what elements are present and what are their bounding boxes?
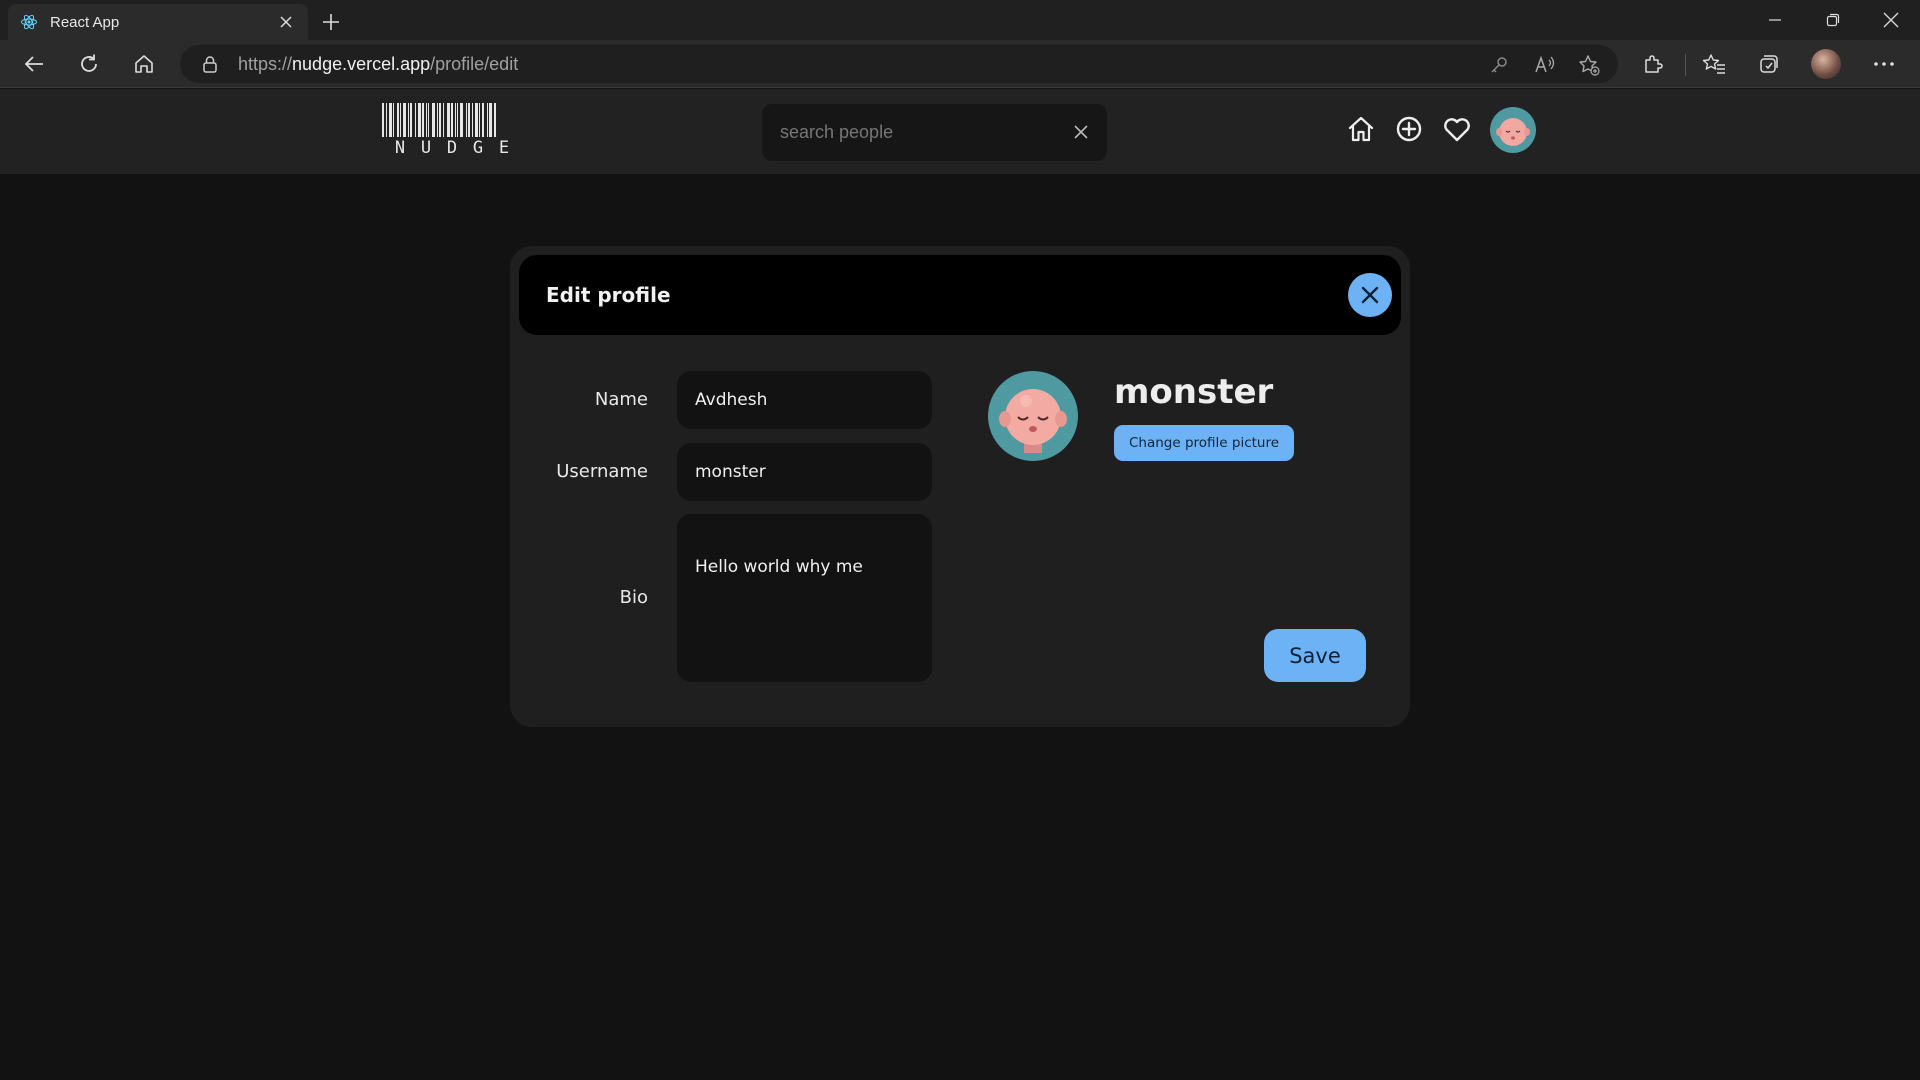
logo-letter: N: [394, 138, 408, 158]
favorites-icon[interactable]: [1696, 46, 1732, 82]
name-field[interactable]: [677, 371, 932, 429]
read-aloud-icon[interactable]: [1534, 54, 1556, 76]
close-icon[interactable]: [276, 12, 296, 32]
collections-icon[interactable]: [1751, 46, 1787, 82]
logo-letter: E: [498, 138, 512, 158]
browser-tab-bar: React App: [0, 0, 1920, 40]
save-button[interactable]: Save: [1264, 629, 1366, 682]
profile-picture: [988, 371, 1078, 461]
profile-avatar[interactable]: [1808, 46, 1844, 82]
search-bar: [762, 104, 1107, 161]
browser-tab[interactable]: React App: [8, 4, 308, 40]
more-icon[interactable]: [1866, 46, 1902, 82]
home-icon[interactable]: [126, 46, 162, 82]
react-icon: [20, 13, 38, 31]
search-input[interactable]: [780, 122, 1050, 143]
clear-search-icon[interactable]: [1069, 120, 1093, 144]
url-text: https://nudge.vercel.app/profile/edit: [238, 53, 519, 74]
bio-field[interactable]: Hello world why me: [677, 514, 932, 682]
edit-profile-modal: Edit profile Name Username Bio Hello wor…: [510, 246, 1410, 727]
bio-label: Bio: [619, 587, 648, 608]
lock-icon[interactable]: [200, 54, 220, 74]
refresh-icon[interactable]: [71, 46, 107, 82]
modal-header: Edit profile: [519, 255, 1401, 335]
logo-letter: G: [472, 138, 486, 158]
close-icon: [1361, 286, 1379, 304]
extensions-icon[interactable]: [1635, 46, 1671, 82]
key-icon[interactable]: [1488, 54, 1510, 76]
add-post-icon[interactable]: [1391, 111, 1427, 147]
minimize-icon[interactable]: [1747, 0, 1803, 40]
back-icon[interactable]: [16, 46, 52, 82]
change-profile-picture-button[interactable]: Change profile picture: [1114, 425, 1294, 461]
close-modal-button[interactable]: [1348, 273, 1392, 317]
modal-title: Edit profile: [546, 283, 671, 307]
logo-letter: U: [420, 138, 434, 158]
home-icon[interactable]: [1343, 111, 1379, 147]
plus-icon[interactable]: [316, 8, 346, 36]
address-bar[interactable]: https://nudge.vercel.app/profile/edit: [180, 45, 1618, 83]
username-field[interactable]: [677, 443, 932, 501]
toolbar-separator: [1685, 54, 1686, 76]
browser-toolbar: https://nudge.vercel.app/profile/edit: [0, 40, 1920, 88]
tab-title: React App: [50, 13, 120, 31]
logo-wordmark: NUDGE: [382, 138, 524, 158]
name-label: Name: [594, 389, 648, 410]
app-header: NUDGE: [0, 89, 1920, 174]
window-close-icon[interactable]: [1863, 0, 1919, 40]
user-avatar[interactable]: [1490, 107, 1536, 153]
heart-icon[interactable]: [1439, 111, 1475, 147]
barcode-icon: [382, 103, 524, 137]
nudge-logo[interactable]: NUDGE: [382, 103, 524, 159]
logo-letter: D: [446, 138, 460, 158]
add-favorite-icon[interactable]: [1578, 54, 1600, 76]
restore-icon[interactable]: [1805, 0, 1861, 40]
username-label: Username: [556, 461, 648, 482]
profile-username: monster: [1114, 372, 1274, 412]
